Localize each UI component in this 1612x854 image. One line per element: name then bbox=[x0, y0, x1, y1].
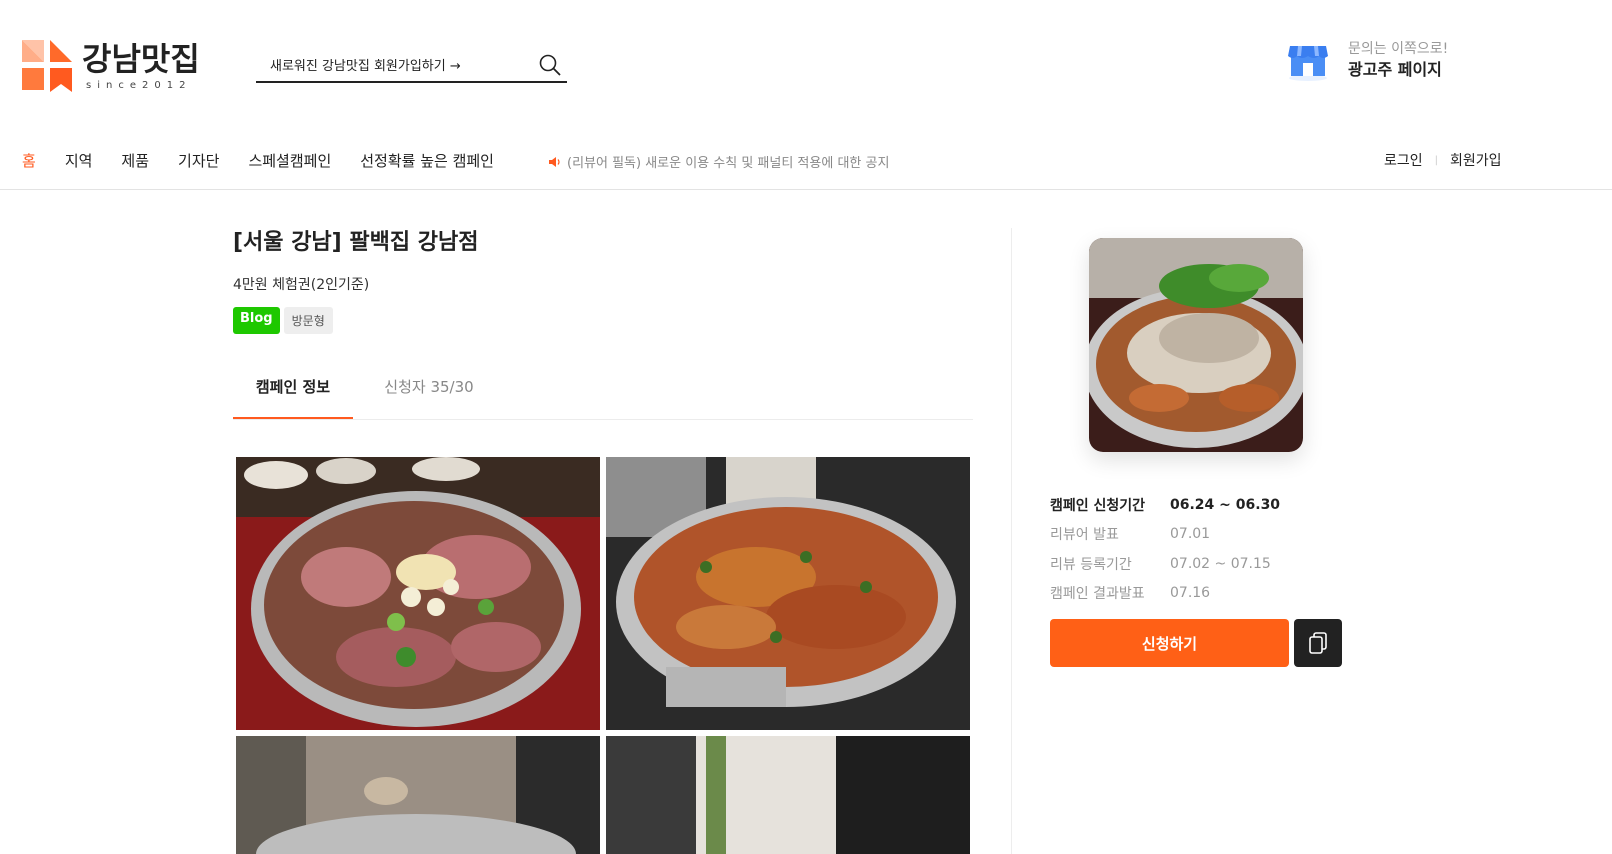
logo-text: 강남맛집 since2012 bbox=[82, 40, 200, 91]
schedule-row: 캠페인 결과발표 07.16 bbox=[1050, 579, 1350, 609]
schedule-value: 07.02 ~ 07.15 bbox=[1170, 555, 1271, 572]
campaign-schedule: 캠페인 신청기간 06.24 ~ 06.30 리뷰어 발표 07.01 리뷰 등… bbox=[1050, 490, 1350, 608]
food-photo[interactable] bbox=[236, 457, 600, 730]
site-header: 강남맛집 since2012 새로워진 강남맛집 회원가입하기 → 문의는 이쪽… bbox=[0, 0, 1612, 120]
visit-type-badge: 방문형 bbox=[283, 307, 333, 334]
schedule-label: 캠페인 결과발표 bbox=[1050, 586, 1145, 603]
nav-item-reporters[interactable]: 기자단 bbox=[178, 150, 219, 171]
signup-link[interactable]: 회원가입 bbox=[1450, 150, 1502, 170]
advertiser-texts: 문의는 이쪽으로! 광고주 페이지 bbox=[1348, 39, 1448, 81]
nav-menu: 홈 지역 제품 기자단 스페셜캠페인 선정확률 높은 캠페인 bbox=[22, 150, 523, 171]
campaign-detail: [서울 강남] 팔백집 강남점 4만원 체험권(2인기준) Blog 방문형 캠… bbox=[233, 228, 973, 420]
schedule-label: 리뷰어 발표 bbox=[1050, 527, 1119, 544]
schedule-row: 리뷰 등록기간 07.02 ~ 07.15 bbox=[1050, 549, 1350, 579]
schedule-value: 07.16 bbox=[1170, 585, 1211, 602]
schedule-value: 06.24 ~ 06.30 bbox=[1170, 496, 1281, 513]
logo-mark-icon bbox=[22, 40, 72, 92]
nav-item-product[interactable]: 제품 bbox=[121, 150, 149, 171]
logo-title: 강남맛집 bbox=[82, 40, 200, 78]
food-photo[interactable] bbox=[606, 736, 970, 854]
campaign-photo-grid bbox=[236, 457, 970, 854]
nav-item-special-campaign[interactable]: 스페셜캠페인 bbox=[248, 150, 331, 171]
site-logo[interactable]: 강남맛집 since2012 bbox=[22, 40, 212, 96]
advertiser-sub-label: 문의는 이쪽으로! bbox=[1348, 41, 1449, 57]
nav-item-high-chance-campaign[interactable]: 선정확률 높은 캠페인 bbox=[360, 150, 494, 171]
food-photo[interactable] bbox=[606, 457, 970, 730]
notice-text[interactable]: (리뷰어 필독) 새로운 이용 수칙 및 패널티 적용에 대한 공지 bbox=[567, 152, 889, 171]
tab-campaign-info[interactable]: 캠페인 정보 bbox=[233, 372, 353, 419]
search-bar[interactable]: 새로워진 강남맛집 회원가입하기 → bbox=[256, 48, 567, 83]
schedule-value: 07.01 bbox=[1170, 526, 1211, 543]
shop-icon bbox=[1288, 46, 1328, 81]
main-nav: 홈 지역 제품 기자단 스페셜캠페인 선정확률 높은 캠페인 (리뷰어 필독) … bbox=[0, 132, 1612, 190]
auth-separator: | bbox=[1434, 154, 1439, 166]
campaign-subtitle: 4만원 체험권(2인기준) bbox=[233, 277, 370, 293]
search-icon[interactable] bbox=[535, 50, 565, 80]
copy-link-button[interactable] bbox=[1294, 619, 1342, 667]
login-link[interactable]: 로그인 bbox=[1384, 150, 1423, 170]
campaign-title: [서울 강남] 팔백집 강남점 bbox=[233, 230, 479, 255]
schedule-label: 리뷰 등록기간 bbox=[1050, 556, 1132, 573]
nav-item-region[interactable]: 지역 bbox=[65, 150, 93, 171]
speaker-icon bbox=[548, 156, 561, 168]
schedule-row: 캠페인 신청기간 06.24 ~ 06.30 bbox=[1050, 490, 1350, 520]
schedule-label: 캠페인 신청기간 bbox=[1050, 497, 1146, 514]
copy-icon bbox=[1309, 632, 1327, 654]
nav-item-home[interactable]: 홈 bbox=[22, 150, 36, 171]
auth-links: 로그인 | 회원가입 bbox=[1384, 150, 1502, 170]
content-divider bbox=[1011, 228, 1012, 854]
advertiser-main-label: 광고주 페이지 bbox=[1348, 60, 1442, 79]
campaign-badges: Blog 방문형 bbox=[233, 307, 973, 334]
apply-button[interactable]: 신청하기 bbox=[1050, 619, 1289, 667]
blog-badge: Blog bbox=[233, 307, 280, 334]
schedule-row: 리뷰어 발표 07.01 bbox=[1050, 520, 1350, 550]
search-input[interactable]: 새로워진 강남맛집 회원가입하기 → bbox=[256, 55, 535, 74]
tab-applicants[interactable]: 신청자 35/30 bbox=[369, 372, 489, 419]
campaign-thumbnail bbox=[1089, 238, 1303, 452]
advertiser-page-link[interactable]: 문의는 이쪽으로! 광고주 페이지 bbox=[1286, 38, 1448, 82]
food-photo[interactable] bbox=[236, 736, 600, 854]
campaign-tabs: 캠페인 정보 신청자 35/30 bbox=[233, 372, 973, 420]
notice-banner[interactable]: (리뷰어 필독) 새로운 이용 수칙 및 패널티 적용에 대한 공지 bbox=[548, 152, 889, 171]
logo-since: since2012 bbox=[86, 80, 192, 91]
